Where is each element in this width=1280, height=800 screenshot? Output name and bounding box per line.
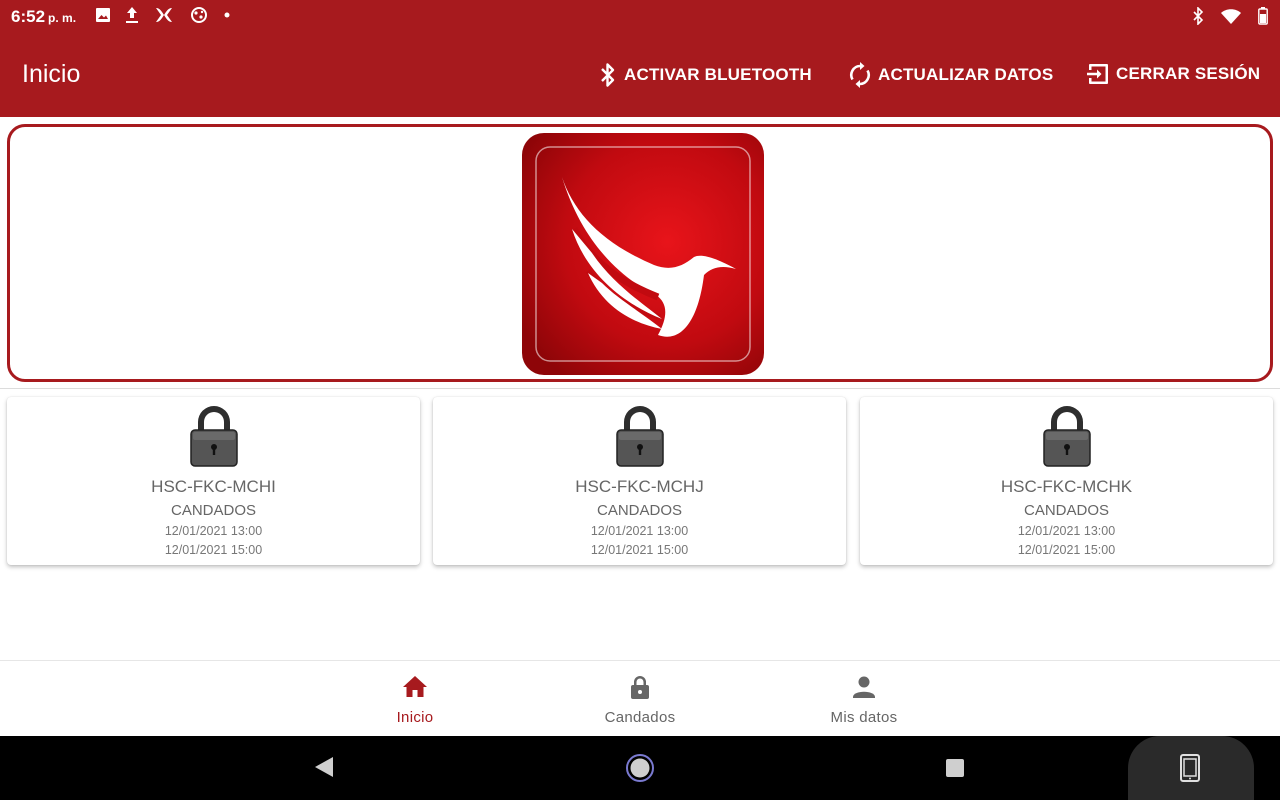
logout-button[interactable]: CERRAR SESIÓN	[1086, 62, 1260, 86]
lock-name: HSC-FKC-MCHI	[151, 477, 276, 496]
rotate-suggestion-button[interactable]	[1128, 736, 1254, 800]
home-circle-icon[interactable]	[624, 752, 656, 784]
lock-type: CANDADOS	[170, 502, 256, 519]
section-divider	[0, 388, 1280, 389]
activate-bluetooth-label: ACTIVAR BLUETOOTH	[624, 65, 812, 84]
lock-card[interactable]: HSC-FKC-MCHJ CANDADOS 12/01/2021 13:00 1…	[433, 397, 846, 565]
lock-start-date: 12/01/2021 13:00	[164, 524, 263, 538]
lock-type: CANDADOS	[1023, 502, 1109, 519]
bluetooth-icon	[601, 63, 615, 87]
logo-banner	[7, 124, 1273, 382]
lock-end-date: 12/01/2021 15:00	[1017, 543, 1116, 557]
lock-start-date: 12/01/2021 13:00	[1017, 524, 1116, 538]
clock-suffix: p. m.	[48, 11, 77, 25]
system-navigation-bar	[0, 736, 1280, 800]
system-status-icons	[1192, 7, 1268, 25]
image-icon	[96, 8, 110, 22]
update-data-label: ACTUALIZAR DATOS	[878, 65, 1054, 84]
update-data-button[interactable]: ACTUALIZAR DATOS	[848, 62, 1053, 88]
person-icon	[853, 676, 875, 698]
lock-name: HSC-FKC-MCHK	[1000, 477, 1133, 496]
upload-icon	[126, 7, 138, 23]
sync-icon	[850, 62, 870, 88]
app-icon	[156, 8, 172, 22]
lock-card[interactable]: HSC-FKC-MCHK CANDADOS 12/01/2021 13:00 1…	[860, 397, 1273, 565]
page-title: Inicio	[22, 60, 81, 88]
nav-item-mis-datos[interactable]: Mis datos	[804, 673, 924, 726]
back-icon[interactable]	[313, 755, 335, 779]
bluetooth-icon	[1193, 7, 1204, 25]
lock-name: HSC-FKC-MCHJ	[575, 477, 704, 496]
notification-icons	[95, 6, 231, 24]
nav-item-inicio[interactable]: Inicio	[355, 673, 475, 726]
exit-icon	[1087, 64, 1108, 84]
dot-icon	[224, 12, 230, 18]
wifi-icon	[1221, 8, 1241, 24]
lock-type: CANDADOS	[596, 502, 682, 519]
status-bar: 6:52 p. m.	[0, 0, 1280, 34]
lock-icon	[631, 676, 649, 699]
nav-item-candados[interactable]: Candados	[580, 673, 700, 726]
activate-bluetooth-button[interactable]: ACTIVAR BLUETOOTH	[598, 62, 812, 88]
padlock-icon	[616, 406, 664, 467]
lock-end-date: 12/01/2021 15:00	[590, 543, 689, 557]
rotate-icon	[1180, 754, 1200, 782]
app-icon-2	[191, 7, 207, 23]
padlock-icon	[190, 406, 238, 467]
brand-logo	[522, 133, 764, 375]
lock-card[interactable]: HSC-FKC-MCHI CANDADOS 12/01/2021 13:00 1…	[7, 397, 420, 565]
bottom-navigation: Inicio Candados Mis datos	[0, 660, 1280, 736]
app-bar: Inicio ACTIVAR BLUETOOTH ACTUALIZAR DATO…	[0, 34, 1280, 117]
recents-icon[interactable]	[945, 758, 965, 778]
clock-time: 6:52	[11, 7, 46, 26]
padlock-icon	[1043, 406, 1091, 467]
status-clock: 6:52 p. m.	[11, 7, 76, 27]
logout-label: CERRAR SESIÓN	[1116, 64, 1261, 83]
lock-end-date: 12/01/2021 15:00	[164, 543, 263, 557]
nav-label-candados: Candados	[604, 709, 676, 726]
nav-label-inicio: Inicio	[396, 709, 434, 726]
battery-icon	[1258, 7, 1268, 25]
lock-start-date: 12/01/2021 13:00	[590, 524, 689, 538]
home-icon	[403, 676, 427, 697]
nav-label-mis-datos: Mis datos	[830, 709, 898, 726]
